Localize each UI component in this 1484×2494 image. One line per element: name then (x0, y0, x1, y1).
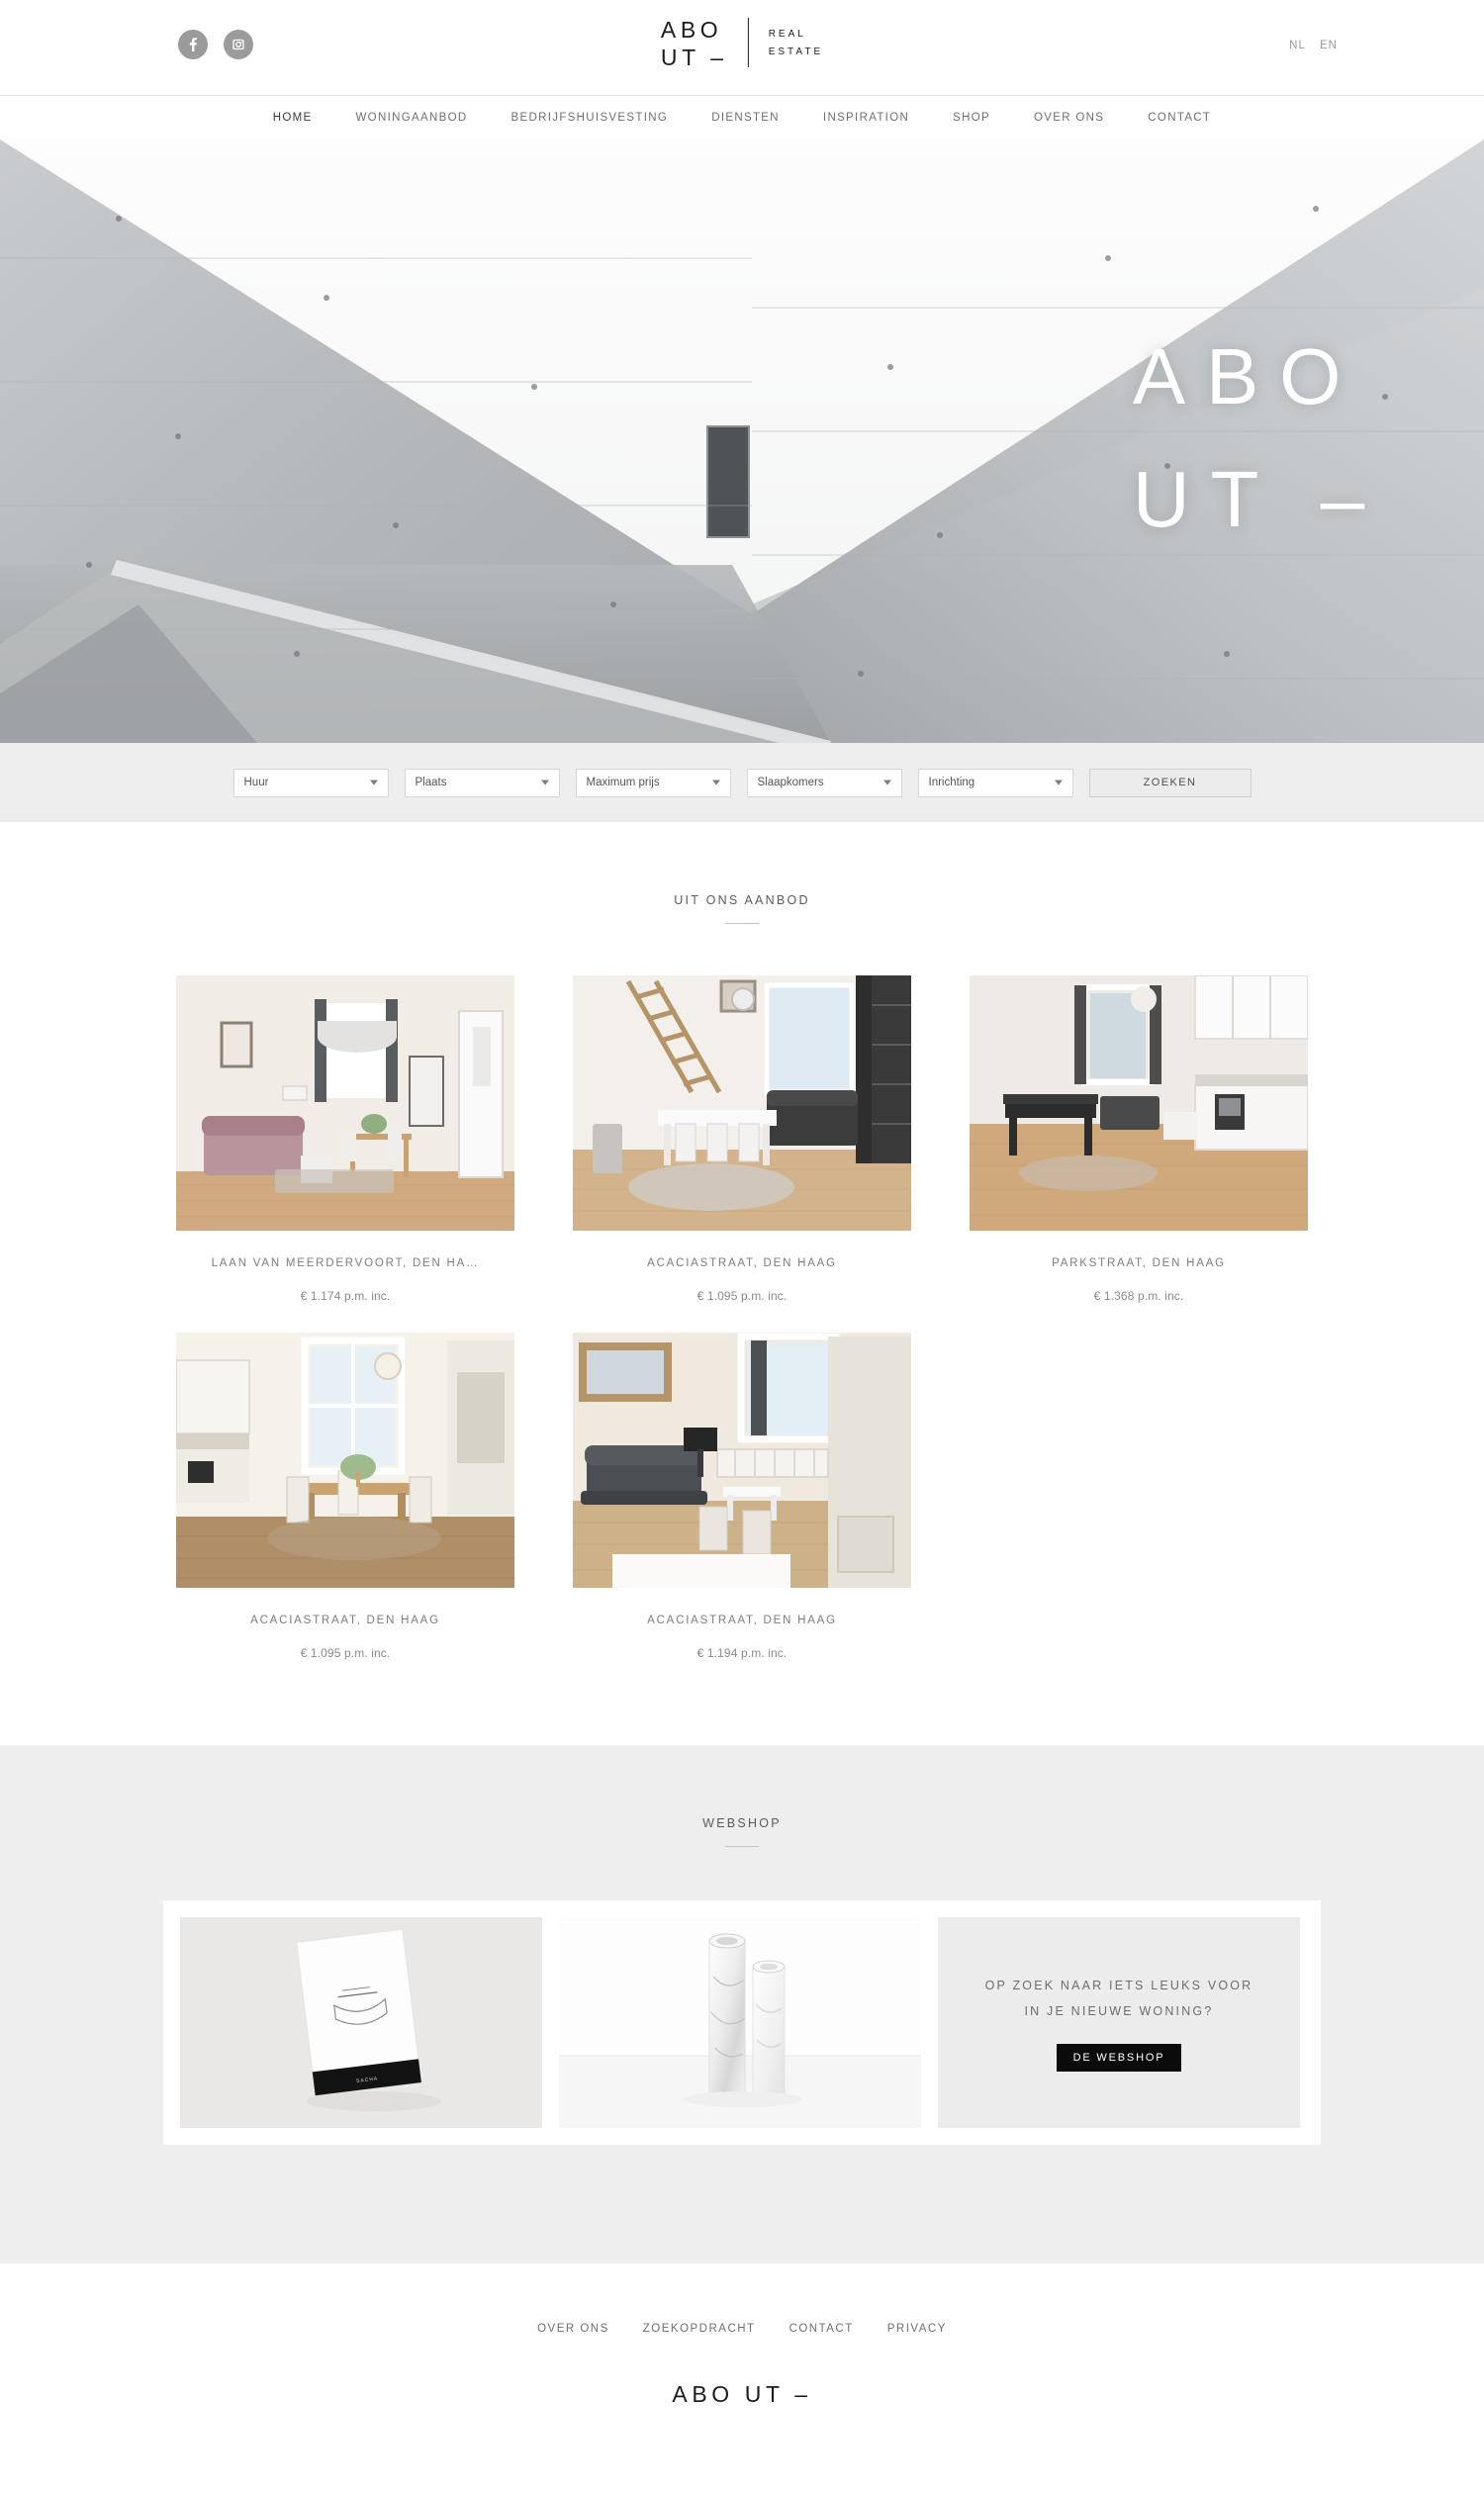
language-en[interactable]: EN (1320, 40, 1338, 51)
hero-headline-line-1: ABO (1132, 332, 1362, 420)
filter-huur-label: Huur (243, 777, 269, 788)
heading-rule (725, 1846, 759, 1847)
listing-title[interactable]: ACACIASTRAAT, DEN HAAG (573, 1615, 911, 1626)
logo-line-2: UT – (660, 45, 728, 71)
listing-image[interactable] (573, 975, 911, 1231)
listing-price: € 1.095 p.m. inc. (300, 1646, 391, 1660)
footer-logo-line-2: UT – (744, 2381, 812, 2407)
listing-image[interactable] (573, 1333, 911, 1588)
filter-maximum-prijs[interactable]: Maximum prijs (575, 768, 731, 797)
nav-item-bedrijfshuisvesting[interactable]: BEDRIJFSHUISVESTING (511, 112, 669, 124)
instagram-icon[interactable] (224, 30, 253, 59)
property-search-bar: Huur Plaats Maximum prijs Slaapkomers In… (0, 743, 1484, 822)
filter-inrichting-label: Inrichting (928, 777, 975, 788)
listings-section: UIT ONS AANBOD LAAN VAN MEERDERVOORT, DE… (0, 822, 1484, 1690)
filter-plaats[interactable]: Plaats (404, 768, 560, 797)
filter-slaapkomers[interactable]: Slaapkomers (746, 768, 902, 797)
footer-link-privacy[interactable]: PRIVACY (887, 2323, 947, 2335)
hero-banner: ABO UT – (0, 139, 1484, 743)
logo-subtitle: REAL ESTATE (749, 16, 823, 71)
nav-item-over-ons[interactable]: OVER ONS (1034, 112, 1104, 124)
listing-price: € 1.194 p.m. inc. (696, 1646, 788, 1660)
nav-item-shop[interactable]: SHOP (953, 112, 990, 124)
listing-title[interactable]: LAAN VAN MEERDERVOORT, DEN HA… (176, 1257, 514, 1269)
webshop-panel: SACHA OP ZOEK NAAR IETS LEUKS VOOR IN JE… (163, 1900, 1321, 2145)
hero-headline: ABO UT – (1133, 316, 1385, 561)
listing-price: € 1.368 p.m. inc. (1093, 1289, 1184, 1303)
filter-plaats-label: Plaats (415, 777, 447, 788)
footer-logo[interactable]: ABO UT – (0, 2380, 1484, 2408)
listing-card[interactable]: PARKSTRAAT, DEN HAAG € 1.368 p.m. inc. (970, 975, 1308, 1303)
listings-heading: UIT ONS AANBOD (674, 893, 810, 907)
footer-logo-line-1: ABO (672, 2381, 734, 2407)
chevron-down-icon (711, 780, 720, 785)
nav-item-woningaanbod[interactable]: WONINGAANBOD (356, 112, 468, 124)
listing-card[interactable]: ACACIASTRAAT, DEN HAAG € 1.194 p.m. inc. (573, 1333, 911, 1660)
chevron-down-icon (540, 780, 549, 785)
listings-grid: LAAN VAN MEERDERVOORT, DEN HA… € 1.174 p… (176, 975, 1308, 1690)
logo-sub-line-2: ESTATE (768, 46, 824, 58)
webshop-promo: OP ZOEK NAAR IETS LEUKS VOOR IN JE NIEUW… (938, 1917, 1300, 2128)
chevron-down-icon (369, 780, 378, 785)
logo-sub-line-1: REAL (768, 28, 806, 40)
listing-card[interactable]: LAAN VAN MEERDERVOORT, DEN HA… € 1.174 p… (176, 975, 514, 1303)
footer-links: OVER ONS ZOEKOPDRACHT CONTACT PRIVACY (0, 2323, 1484, 2335)
listing-price: € 1.174 p.m. inc. (300, 1289, 391, 1303)
nav-item-home[interactable]: HOME (273, 112, 313, 124)
listing-image[interactable] (970, 975, 1308, 1231)
filter-slaapkomers-label: Slaapkomers (757, 777, 824, 788)
nav-item-contact[interactable]: CONTACT (1148, 112, 1211, 124)
logo-line-1: ABO (660, 17, 723, 43)
site-logo[interactable]: ABO UT – REAL ESTATE (661, 16, 823, 71)
footer-link-contact[interactable]: CONTACT (789, 2323, 854, 2335)
site-footer: OVER ONS ZOEKOPDRACHT CONTACT PRIVACY AB… (0, 2263, 1484, 2478)
footer-link-zoekopdracht[interactable]: ZOEKOPDRACHT (643, 2323, 756, 2335)
nav-item-inspiration[interactable]: INSPIRATION (823, 112, 909, 124)
webshop-product-tile[interactable] (559, 1917, 921, 2128)
top-header-bar: ABO UT – REAL ESTATE NL EN (0, 0, 1484, 96)
webshop-section: WEBSHOP SACHA OP ZOEK NAAR IETS LEUKS VO… (0, 1745, 1484, 2263)
chevron-down-icon (1054, 780, 1063, 785)
language-nl[interactable]: NL (1289, 40, 1306, 51)
hero-headline-line-2: UT – (1132, 455, 1385, 543)
heading-rule (725, 923, 759, 924)
listing-card[interactable]: ACACIASTRAAT, DEN HAAG € 1.095 p.m. inc. (573, 975, 911, 1303)
main-navigation: HOME WONINGAANBOD BEDRIJFSHUISVESTING DI… (0, 96, 1484, 139)
webshop-heading: WEBSHOP (702, 1816, 782, 1830)
promo-line-1: OP ZOEK NAAR IETS LEUKS VOOR (984, 1978, 1253, 1992)
webshop-cta-button[interactable]: DE WEBSHOP (1056, 2044, 1182, 2073)
listing-title[interactable]: PARKSTRAAT, DEN HAAG (970, 1257, 1308, 1269)
listing-image[interactable] (176, 1333, 514, 1588)
social-links (178, 30, 253, 59)
footer-link-over-ons[interactable]: OVER ONS (537, 2323, 609, 2335)
listing-price: € 1.095 p.m. inc. (696, 1289, 788, 1303)
filter-inrichting[interactable]: Inrichting (917, 768, 1073, 797)
listing-title[interactable]: ACACIASTRAAT, DEN HAAG (573, 1257, 911, 1269)
webshop-product-tile[interactable]: SACHA (180, 1917, 542, 2128)
listing-card[interactable]: ACACIASTRAAT, DEN HAAG € 1.095 p.m. inc. (176, 1333, 514, 1660)
filter-huur[interactable]: Huur (232, 768, 389, 797)
logo-wordmark: ABO UT – (661, 16, 748, 71)
filter-maximum-prijs-label: Maximum prijs (586, 777, 660, 788)
promo-line-2: IN JE NIEUWE WONING? (1024, 2003, 1214, 2018)
language-switcher: NL EN (1289, 40, 1338, 51)
listing-title[interactable]: ACACIASTRAAT, DEN HAAG (176, 1615, 514, 1626)
search-submit-button[interactable]: ZOEKEN (1088, 768, 1252, 797)
listing-image[interactable] (176, 975, 514, 1231)
chevron-down-icon (882, 780, 891, 785)
facebook-icon[interactable] (178, 30, 208, 59)
nav-item-diensten[interactable]: DIENSTEN (711, 112, 780, 124)
